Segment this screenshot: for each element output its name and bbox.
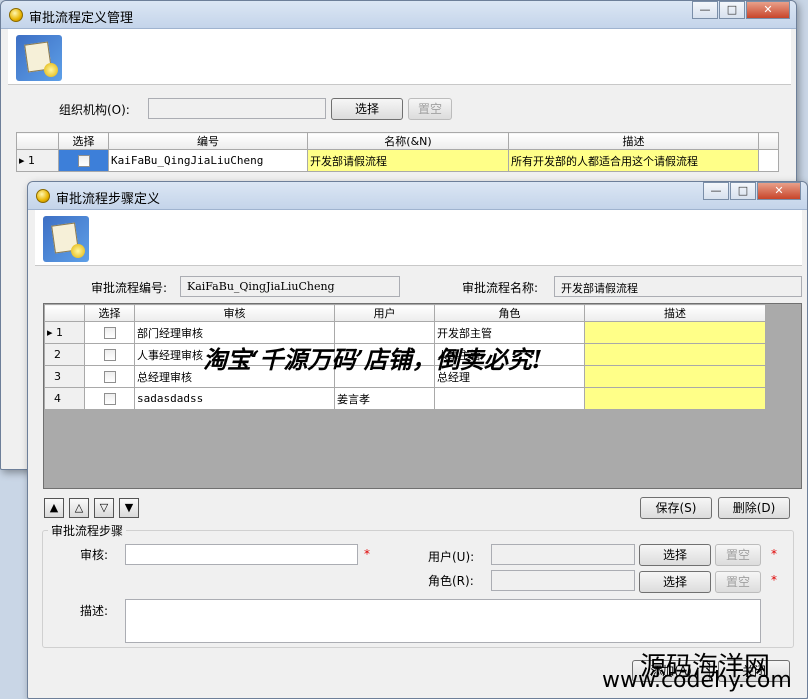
user-field[interactable] bbox=[491, 544, 635, 565]
audit-input[interactable] bbox=[125, 544, 358, 565]
flow-code-label: 审批流程编号: bbox=[91, 281, 168, 295]
col-name[interactable]: 名称(&N) bbox=[307, 132, 509, 150]
col-code[interactable]: 编号 bbox=[108, 132, 308, 150]
row-header-corner bbox=[16, 132, 59, 150]
org-select-button[interactable]: 选择 bbox=[331, 98, 403, 120]
group-title: 审批流程步骤 bbox=[48, 522, 127, 539]
front-banner bbox=[35, 210, 802, 266]
row-checkbox[interactable] bbox=[103, 371, 116, 383]
col-audit[interactable]: 审核 bbox=[134, 304, 335, 322]
select-cell[interactable] bbox=[84, 321, 135, 344]
code-cell[interactable]: KaiFaBu_QingJiaLiuCheng bbox=[108, 149, 308, 172]
delete-button[interactable]: 删除(D) bbox=[718, 497, 790, 519]
workflow-logo-icon bbox=[16, 35, 62, 81]
site-url-watermark: www.codehy.com bbox=[602, 668, 792, 693]
flow-name-label: 审批流程名称: bbox=[462, 281, 539, 295]
name-cell[interactable]: 开发部请假流程 bbox=[307, 149, 509, 172]
audit-label: 审核: bbox=[80, 548, 109, 562]
front-window-titlebar[interactable]: 审批流程步骤定义 — □ ✕ bbox=[28, 182, 807, 210]
maximize-button[interactable]: □ bbox=[730, 182, 756, 200]
flow-table-header: 选择 编号 名称(&N) 描述 bbox=[16, 132, 779, 150]
col-user[interactable]: 用户 bbox=[334, 304, 435, 322]
user-clear-button[interactable]: 置空 bbox=[715, 544, 761, 566]
row-header[interactable]: 3 bbox=[44, 365, 85, 388]
move-down-button[interactable]: ▽ bbox=[94, 498, 114, 518]
org-field[interactable] bbox=[148, 98, 326, 119]
user-label: 用户(U): bbox=[428, 550, 475, 564]
table-row[interactable]: 4 sadasdadss 姜言孝 bbox=[44, 387, 766, 410]
select-cell[interactable] bbox=[84, 365, 135, 388]
col-filler bbox=[758, 132, 779, 150]
role-required-mark: * bbox=[771, 573, 777, 587]
front-window-title: 审批流程步骤定义 bbox=[56, 192, 161, 207]
row-checkbox[interactable] bbox=[103, 327, 116, 339]
role-clear-button[interactable]: 置空 bbox=[715, 571, 761, 593]
maximize-button[interactable]: □ bbox=[719, 1, 745, 19]
desc-cell[interactable]: 所有开发部的人都适合用这个请假流程 bbox=[508, 149, 759, 172]
desc-cell[interactable] bbox=[584, 387, 766, 410]
audit-cell[interactable]: sadasdadss bbox=[134, 387, 335, 410]
org-label: 组织机构(O): bbox=[59, 103, 130, 117]
watermark-text: 淘宝‘千源万码’店铺，倒卖必究! bbox=[203, 345, 543, 374]
close-button[interactable]: ✕ bbox=[757, 182, 801, 200]
move-last-button[interactable]: ▼ bbox=[119, 498, 139, 518]
role-label: 角色(R): bbox=[428, 574, 474, 588]
row-header[interactable]: ▸ 1 bbox=[16, 149, 59, 172]
minimize-button[interactable]: — bbox=[692, 1, 718, 19]
select-cell[interactable] bbox=[84, 387, 135, 410]
desc-textarea[interactable] bbox=[125, 599, 761, 643]
back-banner bbox=[8, 29, 791, 85]
minimize-button[interactable]: — bbox=[703, 182, 729, 200]
desc-cell[interactable] bbox=[584, 321, 766, 344]
back-window-titlebar[interactable]: 审批流程定义管理 — □ ✕ bbox=[1, 1, 796, 29]
back-window-title: 审批流程定义管理 bbox=[29, 11, 134, 26]
desc-label: 描述: bbox=[80, 604, 109, 618]
row-checkbox[interactable] bbox=[103, 393, 116, 405]
row-header[interactable]: 4 bbox=[44, 387, 85, 410]
col-desc[interactable]: 描述 bbox=[508, 132, 759, 150]
filler-cell bbox=[758, 149, 779, 172]
role-select-button[interactable]: 选择 bbox=[639, 571, 711, 593]
col-role[interactable]: 角色 bbox=[434, 304, 585, 322]
user-required-mark: * bbox=[771, 547, 777, 561]
col-desc[interactable]: 描述 bbox=[584, 304, 766, 322]
desc-cell[interactable] bbox=[584, 365, 766, 388]
role-cell[interactable] bbox=[434, 387, 585, 410]
move-first-button[interactable]: ▲ bbox=[44, 498, 64, 518]
workflow-logo-icon bbox=[43, 216, 89, 262]
flow-table: 选择 编号 名称(&N) 描述 ▸ 1 KaiFaBu_QingJiaLiuCh… bbox=[16, 132, 779, 172]
row-checkbox[interactable] bbox=[77, 155, 90, 167]
user-cell[interactable]: 姜言孝 bbox=[334, 387, 435, 410]
select-cell[interactable] bbox=[84, 343, 135, 366]
row-checkbox[interactable] bbox=[103, 349, 116, 361]
org-clear-button[interactable]: 置空 bbox=[408, 98, 452, 120]
user-select-button[interactable]: 选择 bbox=[639, 544, 711, 566]
table-row[interactable]: ▸ 1 KaiFaBu_QingJiaLiuCheng 开发部请假流程 所有开发… bbox=[16, 149, 779, 172]
row-header[interactable]: 2 bbox=[44, 343, 85, 366]
audit-required-mark: * bbox=[364, 547, 370, 561]
save-button[interactable]: 保存(S) bbox=[640, 497, 712, 519]
col-select[interactable]: 选择 bbox=[84, 304, 135, 322]
select-cell[interactable] bbox=[58, 149, 109, 172]
row-header[interactable]: ▸ 1 bbox=[44, 321, 85, 344]
flow-name-field[interactable]: 开发部请假流程 bbox=[554, 276, 802, 297]
close-button[interactable]: ✕ bbox=[746, 1, 790, 19]
move-up-button[interactable]: △ bbox=[69, 498, 89, 518]
col-select[interactable]: 选择 bbox=[58, 132, 109, 150]
steps-table-header: 选择 审核 用户 角色 描述 bbox=[44, 304, 766, 322]
desc-cell[interactable] bbox=[584, 343, 766, 366]
flow-code-field[interactable]: KaiFaBu_QingJiaLiuCheng bbox=[180, 276, 400, 297]
row-header-corner bbox=[44, 304, 85, 322]
role-field[interactable] bbox=[491, 570, 635, 591]
app-icon bbox=[36, 189, 50, 203]
front-window: 审批流程步骤定义 — □ ✕ 审批流程编号: KaiFaBu_QingJiaLi… bbox=[27, 181, 808, 699]
app-icon bbox=[9, 8, 23, 22]
